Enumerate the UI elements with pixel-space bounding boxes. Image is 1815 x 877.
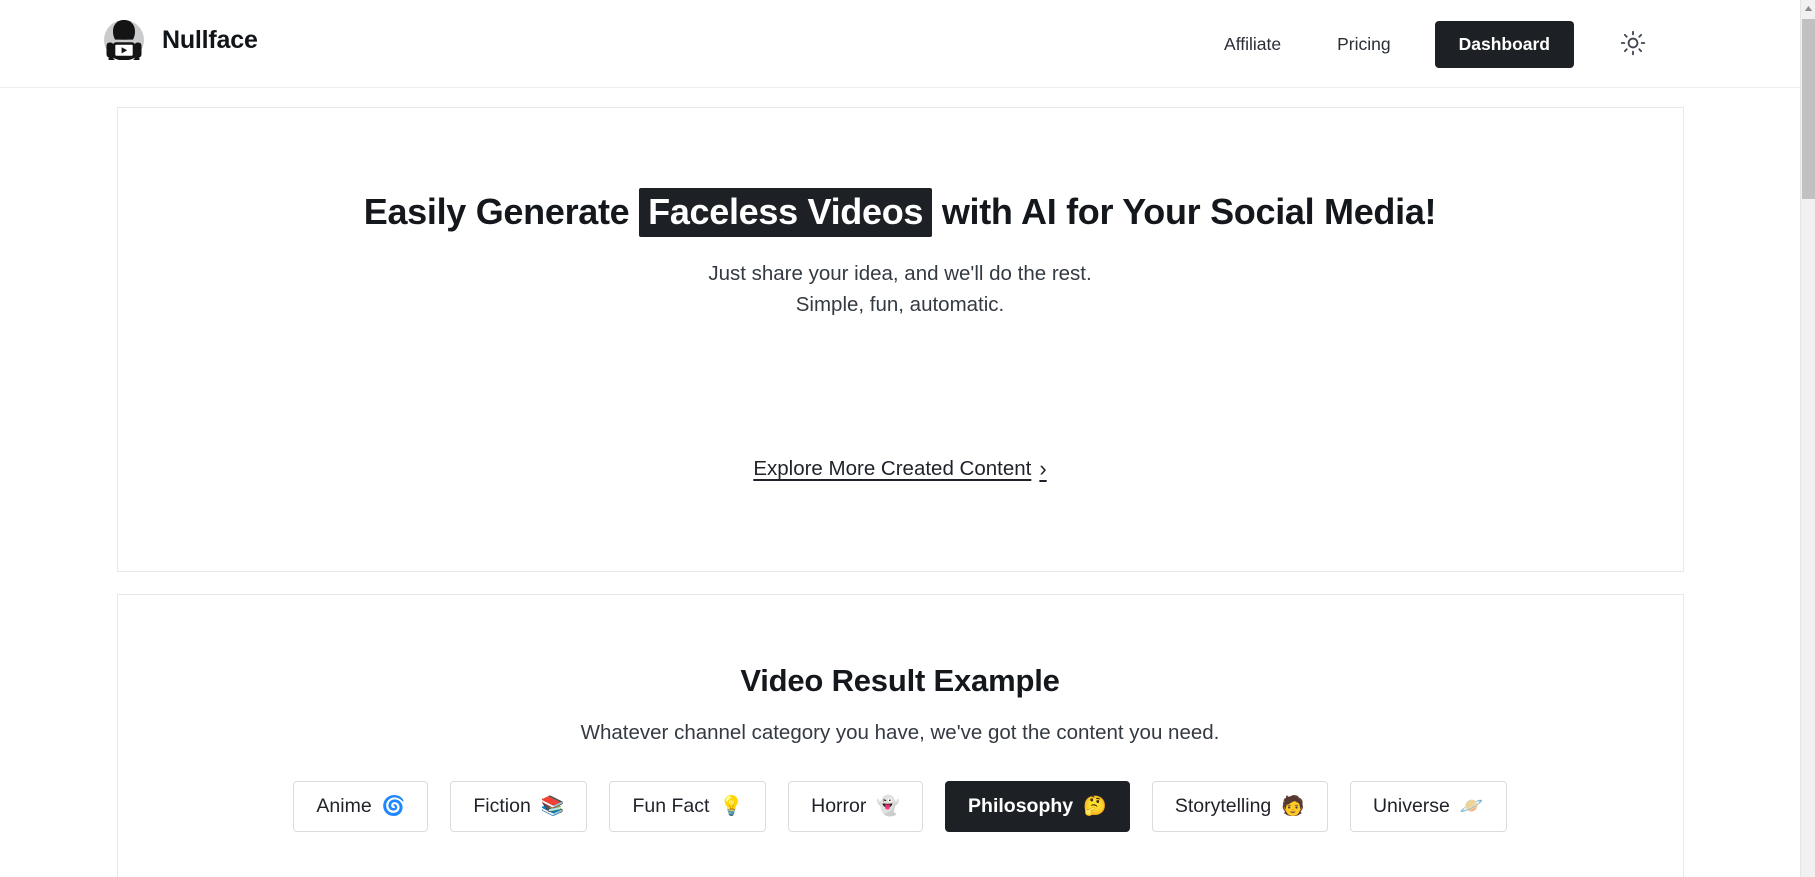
storytelling-person-icon: 🧑	[1281, 795, 1305, 818]
nav-right-group: Affiliate Pricing Dashboard	[1196, 0, 1650, 88]
explore-more-created-content-link[interactable]: Explore More Created Content ›	[753, 457, 1046, 481]
horror-ghost-icon: 👻	[876, 795, 901, 818]
nav-link-pricing[interactable]: Pricing	[1309, 0, 1419, 88]
chevron-right-icon: ›	[1039, 456, 1047, 481]
category-chip-label: Horror	[811, 795, 867, 817]
category-chip-storytelling[interactable]: Storytelling 🧑	[1151, 781, 1328, 833]
browser-scrollbar[interactable]	[1800, 0, 1815, 877]
philosophy-think-icon: 🤔	[1083, 795, 1107, 818]
hero-subtitle-line-1: Just share your idea, and we'll do the r…	[708, 262, 1092, 285]
anime-spiral-icon: 🌀	[381, 795, 406, 818]
faceless-creator-logo-icon	[96, 12, 152, 68]
category-chip-philosophy[interactable]: Philosophy 🤔	[945, 781, 1130, 833]
explore-link-container: Explore More Created Content ›	[118, 457, 1683, 481]
category-chip-row: Anime 🌀 Fiction 📚 Fun Fact 💡 Horror 👻 Philosophy…	[118, 781, 1683, 833]
hero-subtitle-line-2: Simple, fun, automatic.	[795, 293, 1005, 317]
sun-icon	[1620, 30, 1646, 59]
brand-name-label: Nullface	[162, 25, 258, 54]
category-chip-universe[interactable]: Universe 🪐	[1349, 781, 1507, 833]
category-chip-label: Anime	[316, 795, 372, 817]
category-chip-fiction[interactable]: Fiction 📚	[450, 781, 588, 833]
category-chip-label: Storytelling	[1174, 795, 1272, 817]
examples-section-subtitle: Whatever channel category you have, we'v…	[580, 721, 1220, 744]
page-title: Easily Generate Faceless Videos with AI …	[118, 188, 1683, 237]
hero-card: Easily Generate Faceless Videos with AI …	[116, 107, 1684, 572]
dashboard-button[interactable]: Dashboard	[1434, 20, 1574, 68]
hero-subtitle: Just share your idea, and we'll do the r…	[118, 258, 1683, 320]
category-chip-label: Universe	[1372, 795, 1450, 817]
nav-link-affiliate[interactable]: Affiliate	[1196, 0, 1309, 88]
category-chip-label: Philosophy	[968, 795, 1074, 817]
fiction-books-icon: 📚	[540, 795, 565, 818]
category-chip-label: Fiction	[473, 795, 531, 817]
fun-fact-bulb-icon: 💡	[719, 795, 744, 818]
headline-after: with AI for Your Social Media!	[941, 191, 1437, 232]
scrollbar-up-arrow-icon[interactable]	[1801, 0, 1815, 17]
scrollbar-thumb[interactable]	[1802, 19, 1815, 199]
category-chip-fun-fact[interactable]: Fun Fact 💡	[609, 781, 767, 833]
universe-planet-icon: 🪐	[1459, 795, 1484, 818]
category-chip-horror[interactable]: Horror 👻	[788, 781, 924, 833]
page-content: Nullface Affiliate Pricing Dashboard Eas…	[0, 0, 1800, 877]
brand-home-link[interactable]: Nullface	[96, 12, 258, 68]
explore-link-label: Explore More Created Content	[753, 457, 1032, 480]
top-navigation-bar: Nullface Affiliate Pricing Dashboard	[0, 0, 1800, 88]
examples-section-title: Video Result Example	[740, 663, 1060, 698]
browser-viewport: Nullface Affiliate Pricing Dashboard Eas…	[0, 0, 1815, 877]
video-result-example-card: Video Result Example Whatever channel ca…	[116, 594, 1684, 877]
theme-toggle-button[interactable]	[1616, 27, 1650, 61]
category-chip-anime[interactable]: Anime 🌀	[293, 781, 429, 833]
category-chip-label: Fun Fact	[632, 795, 710, 817]
headline-highlight: Faceless Videos	[639, 188, 933, 237]
headline-before: Easily Generate	[363, 191, 630, 232]
